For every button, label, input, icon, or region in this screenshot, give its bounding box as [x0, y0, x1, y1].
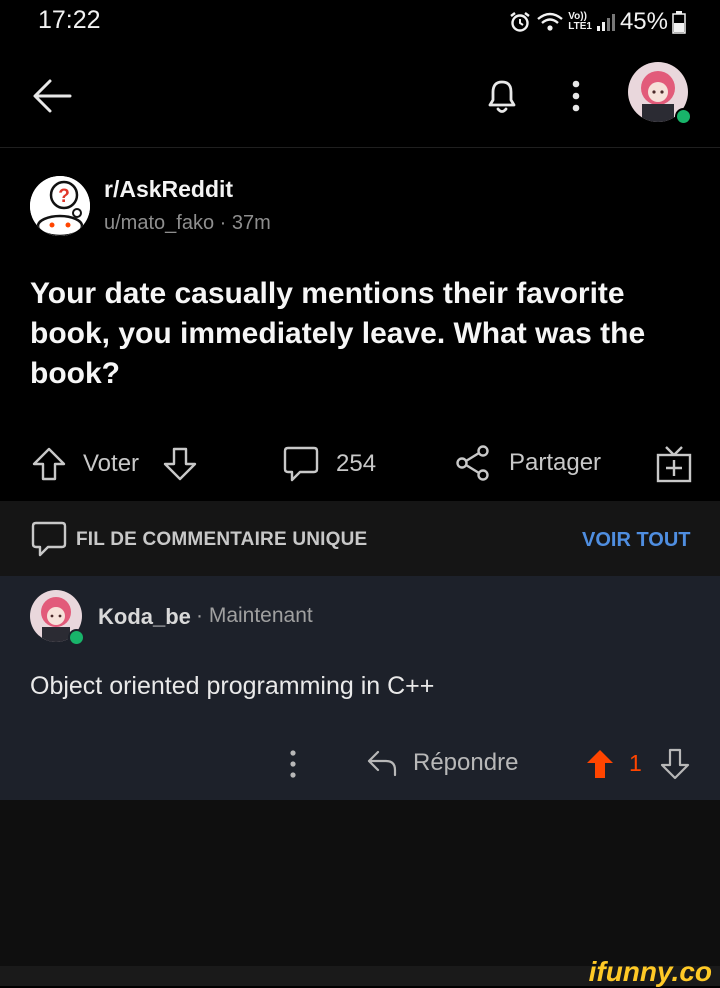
alarm-icon: [508, 10, 532, 34]
post-author[interactable]: u/mato_fako: [104, 212, 214, 234]
comment-downvote-button[interactable]: [660, 748, 690, 780]
volte-indicator: Vo)) LTE1: [568, 12, 592, 32]
comments-button[interactable]: 254: [282, 445, 376, 483]
arrow-up-outline-icon: [32, 447, 66, 481]
empty-area: [0, 800, 720, 966]
upvote-button[interactable]: [31, 446, 67, 482]
post-title: Your date casually mentions their favori…: [30, 277, 646, 390]
signal-icon: [596, 12, 616, 32]
comment-score: 1: [629, 750, 642, 776]
see-all-link[interactable]: VOIR TOUT: [582, 529, 691, 552]
commenter-online-indicator: [68, 629, 85, 646]
askreddit-logo-icon: ?: [30, 176, 90, 236]
comment-upvote-button[interactable]: [585, 748, 615, 780]
ifunny-watermark: ifunny.co: [588, 956, 712, 987]
post-time: 37m: [231, 212, 271, 234]
battery-icon: [672, 10, 686, 34]
share-button[interactable]: Partager: [455, 444, 601, 482]
status-time: 17:22: [38, 6, 101, 34]
arrow-down-outline-icon: [660, 748, 690, 780]
arrow-down-outline-icon: [163, 447, 197, 481]
thread-comment-icon: [30, 520, 68, 558]
comments-count: 254: [336, 450, 377, 477]
bell-icon: [488, 80, 516, 113]
reply-label[interactable]: Répondre: [413, 749, 518, 777]
comment-author[interactable]: Koda_be: [98, 604, 191, 630]
more-options-button[interactable]: [566, 76, 586, 116]
reply-arrow-icon: [367, 750, 397, 777]
wifi-icon: [536, 11, 564, 33]
online-status-indicator: [675, 108, 692, 125]
single-thread-label: FIL DE COMMENTAIRE UNIQUE: [76, 529, 368, 550]
reply-button[interactable]: [366, 748, 398, 778]
notifications-button[interactable]: [482, 76, 522, 116]
comment-body: Object oriented programming in C++: [30, 672, 435, 700]
arrow-up-filled-icon: [587, 750, 613, 778]
subreddit-icon[interactable]: ?: [30, 176, 90, 236]
kebab-menu-icon: [572, 80, 580, 112]
gift-icon: [656, 446, 692, 483]
share-label: Partager: [509, 449, 602, 476]
downvote-button[interactable]: [162, 446, 198, 482]
header-divider: [0, 147, 720, 148]
lte-label: LTE1: [568, 21, 592, 32]
subreddit-name[interactable]: r/AskReddit: [104, 176, 233, 203]
back-button[interactable]: [32, 78, 72, 114]
comment-bubble-icon: [283, 446, 319, 482]
svg-text:?: ?: [58, 186, 70, 207]
meta-separator: ·: [219, 212, 227, 234]
battery-level: 45%: [619, 8, 668, 35]
comment-time: · Maintenant: [196, 604, 313, 627]
post-meta: u/mato_fako · 37m: [104, 212, 271, 235]
comment-more-button[interactable]: [283, 748, 303, 780]
vote-label: Voter: [83, 450, 140, 477]
award-button[interactable]: [655, 444, 693, 484]
share-icon: [456, 445, 489, 481]
status-icons: Vo)) LTE1 45%: [508, 8, 686, 36]
arrow-left-icon: [33, 79, 72, 113]
kebab-menu-icon: [290, 750, 296, 778]
